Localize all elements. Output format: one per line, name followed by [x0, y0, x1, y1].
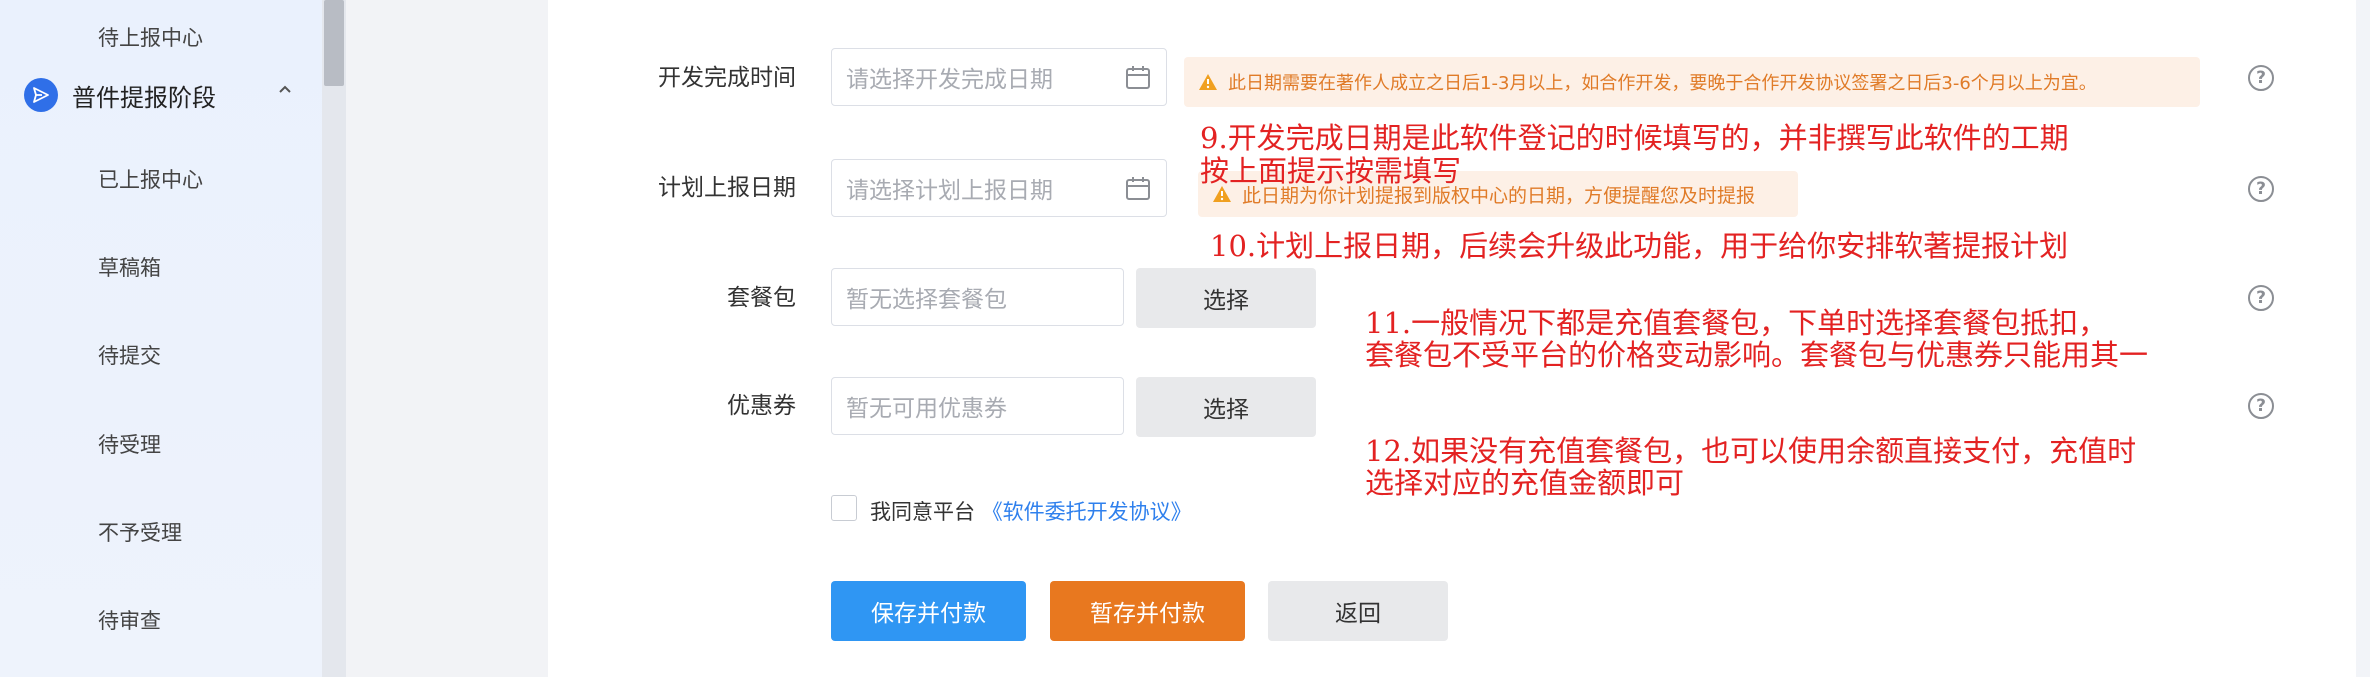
save-and-pay-button[interactable]: 保存并付款: [831, 581, 1026, 641]
sidebar-item-pending-report[interactable]: 待上报中心: [98, 22, 203, 52]
temp-save-and-pay-button[interactable]: 暂存并付款: [1050, 581, 1245, 641]
coupon-label: 优惠券: [727, 393, 796, 419]
agreement-text: 我同意平台 《软件委托开发协议》: [870, 496, 1192, 526]
annotation-9-line1: 9.开发完成日期是此软件登记的时候填写的，并非撰写此软件的工期: [1200, 121, 2069, 155]
back-button[interactable]: 返回: [1268, 581, 1448, 641]
report-date-help-icon[interactable]: ?: [2248, 176, 2274, 202]
chevron-up-icon[interactable]: [276, 80, 294, 102]
annotation-9-line2: 按上面提示按需填写: [1200, 154, 1462, 188]
coupon-help-icon[interactable]: ?: [2248, 393, 2274, 419]
agreement-checkbox[interactable]: [831, 495, 857, 521]
coupon-placeholder: 暂无可用优惠券: [846, 396, 1007, 422]
sidebar-item-to-submit[interactable]: 待提交: [98, 340, 161, 370]
annotation-12-line2: 选择对应的充值金额即可: [1365, 466, 1685, 500]
sidebar-group-standard-stage[interactable]: 普件提报阶段: [24, 76, 304, 114]
dev-date-warning-text: 此日期需要在著作人成立之日后1-3月以上，如合作开发，要晚于合作开发协议签署之日…: [1228, 73, 2097, 94]
calendar-icon: [1124, 64, 1152, 98]
package-label: 套餐包: [727, 285, 796, 311]
content-gutter: [346, 0, 548, 677]
coupon-input[interactable]: 暂无可用优惠券: [831, 377, 1124, 435]
annotation-11-line1: 11.一般情况下都是充值套餐包，下单时选择套餐包抵扣，: [1365, 306, 2108, 340]
sidebar-scrollbar-track[interactable]: [322, 0, 346, 677]
sidebar-item-to-accept[interactable]: 待受理: [98, 429, 161, 459]
sidebar-item-reported[interactable]: 已上报中心: [98, 164, 203, 194]
report-date-label: 计划上报日期: [658, 175, 796, 201]
annotation-11-line2: 套餐包不受平台的价格变动影响。套餐包与优惠券只能用其一: [1365, 338, 2149, 372]
sidebar-item-drafts[interactable]: 草稿箱: [98, 252, 161, 282]
dev-date-help-icon[interactable]: ?: [2248, 65, 2274, 91]
warning-icon: [1198, 73, 1218, 91]
sidebar: 待上报中心 普件提报阶段 已上报中心 草稿箱 待提交 待受理 不予受理 待审查: [0, 0, 322, 677]
sidebar-item-to-review[interactable]: 待审查: [98, 605, 161, 635]
sidebar-scrollbar-thumb[interactable]: [324, 0, 344, 86]
package-select-button[interactable]: 选择: [1136, 268, 1316, 328]
dev-date-label: 开发完成时间: [658, 65, 796, 91]
agreement-prefix: 我同意平台: [870, 500, 975, 524]
dev-date-placeholder: 请选择开发完成日期: [846, 67, 1053, 93]
send-icon: [24, 78, 58, 112]
annotation-10: 10.计划上报日期，后续会升级此功能，用于给你安排软著提报计划: [1210, 229, 2069, 263]
package-help-icon[interactable]: ?: [2248, 285, 2274, 311]
package-input[interactable]: 暂无选择套餐包: [831, 268, 1124, 326]
agreement-link[interactable]: 《软件委托开发协议》: [982, 500, 1192, 524]
annotation-12-line1: 12.如果没有充值套餐包，也可以使用余额直接支付，充值时: [1365, 434, 2137, 468]
calendar-icon: [1124, 175, 1152, 209]
sidebar-group-label: 普件提报阶段: [72, 83, 216, 112]
package-placeholder: 暂无选择套餐包: [846, 287, 1007, 313]
coupon-select-button[interactable]: 选择: [1136, 377, 1316, 437]
dev-date-input[interactable]: 请选择开发完成日期: [831, 48, 1167, 106]
sidebar-item-rejected[interactable]: 不予受理: [98, 517, 182, 547]
report-date-input[interactable]: 请选择计划上报日期: [831, 159, 1167, 217]
report-date-placeholder: 请选择计划上报日期: [846, 178, 1053, 204]
dev-date-warning: 此日期需要在著作人成立之日后1-3月以上，如合作开发，要晚于合作开发协议签署之日…: [1184, 57, 2200, 107]
